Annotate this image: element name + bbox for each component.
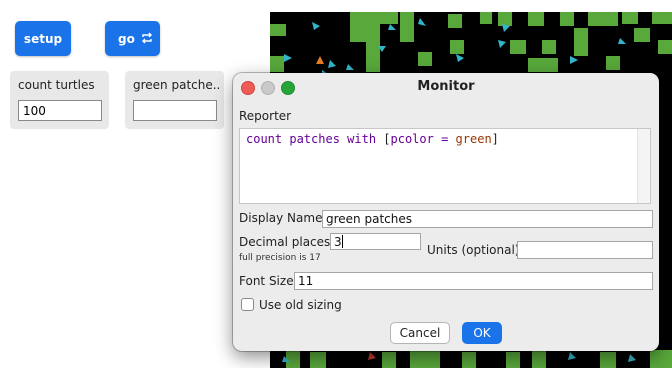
reporter-scrollbar[interactable]: [637, 129, 650, 203]
reporter-code-editor[interactable]: count patches with [pcolor = green]: [239, 128, 651, 204]
precision-note: full precision is 17: [239, 253, 321, 263]
display-name-field[interactable]: green patches: [322, 210, 653, 228]
dialog-titlebar[interactable]: Monitor: [233, 73, 659, 101]
cancel-button[interactable]: Cancel: [390, 322, 450, 344]
font-size-label: Font Size: [239, 274, 294, 288]
cancel-button-label: Cancel: [399, 326, 441, 340]
monitor-count-turtles[interactable]: count turtles 100: [10, 71, 109, 129]
go-button[interactable]: go: [105, 21, 160, 56]
code-token: =: [433, 132, 456, 146]
font-size-field[interactable]: 11: [294, 272, 653, 290]
setup-button[interactable]: setup: [15, 21, 71, 56]
monitor-label: green patche..: [133, 78, 221, 92]
decimal-places-field[interactable]: 3: [330, 233, 421, 250]
decimal-places-label: Decimal places: [239, 235, 331, 249]
reporter-label: Reporter: [239, 109, 292, 123]
monitor-green-patches[interactable]: green patche..: [125, 71, 224, 129]
use-old-sizing-checkbox[interactable]: [241, 298, 254, 311]
forever-loop-icon: [142, 32, 152, 44]
monitor-value: 100: [18, 100, 102, 121]
decimal-places-value: 3: [334, 235, 342, 249]
code-token: count patches with: [246, 132, 377, 146]
setup-button-label: setup: [23, 31, 63, 46]
use-old-sizing-label[interactable]: Use old sizing: [259, 298, 342, 312]
units-label: Units (optional): [427, 243, 520, 257]
ok-button[interactable]: OK: [462, 322, 502, 344]
code-token: pcolor: [390, 132, 434, 146]
dialog-title: Monitor: [417, 79, 475, 94]
code-token: green: [455, 132, 492, 146]
monitor-dialog: Monitor Reporter count patches with [pco…: [233, 73, 659, 351]
units-field[interactable]: [517, 241, 653, 259]
reporter-code: count patches with [pcolor = green]: [246, 132, 499, 146]
monitor-label: count turtles: [18, 78, 95, 92]
code-token: [: [376, 132, 391, 146]
code-token: ]: [491, 132, 499, 146]
go-button-label: go: [118, 31, 135, 46]
text-caret: [341, 235, 343, 248]
display-name-label: Display Name: [239, 211, 323, 225]
monitor-value: [133, 100, 217, 121]
ok-button-label: OK: [473, 326, 491, 340]
